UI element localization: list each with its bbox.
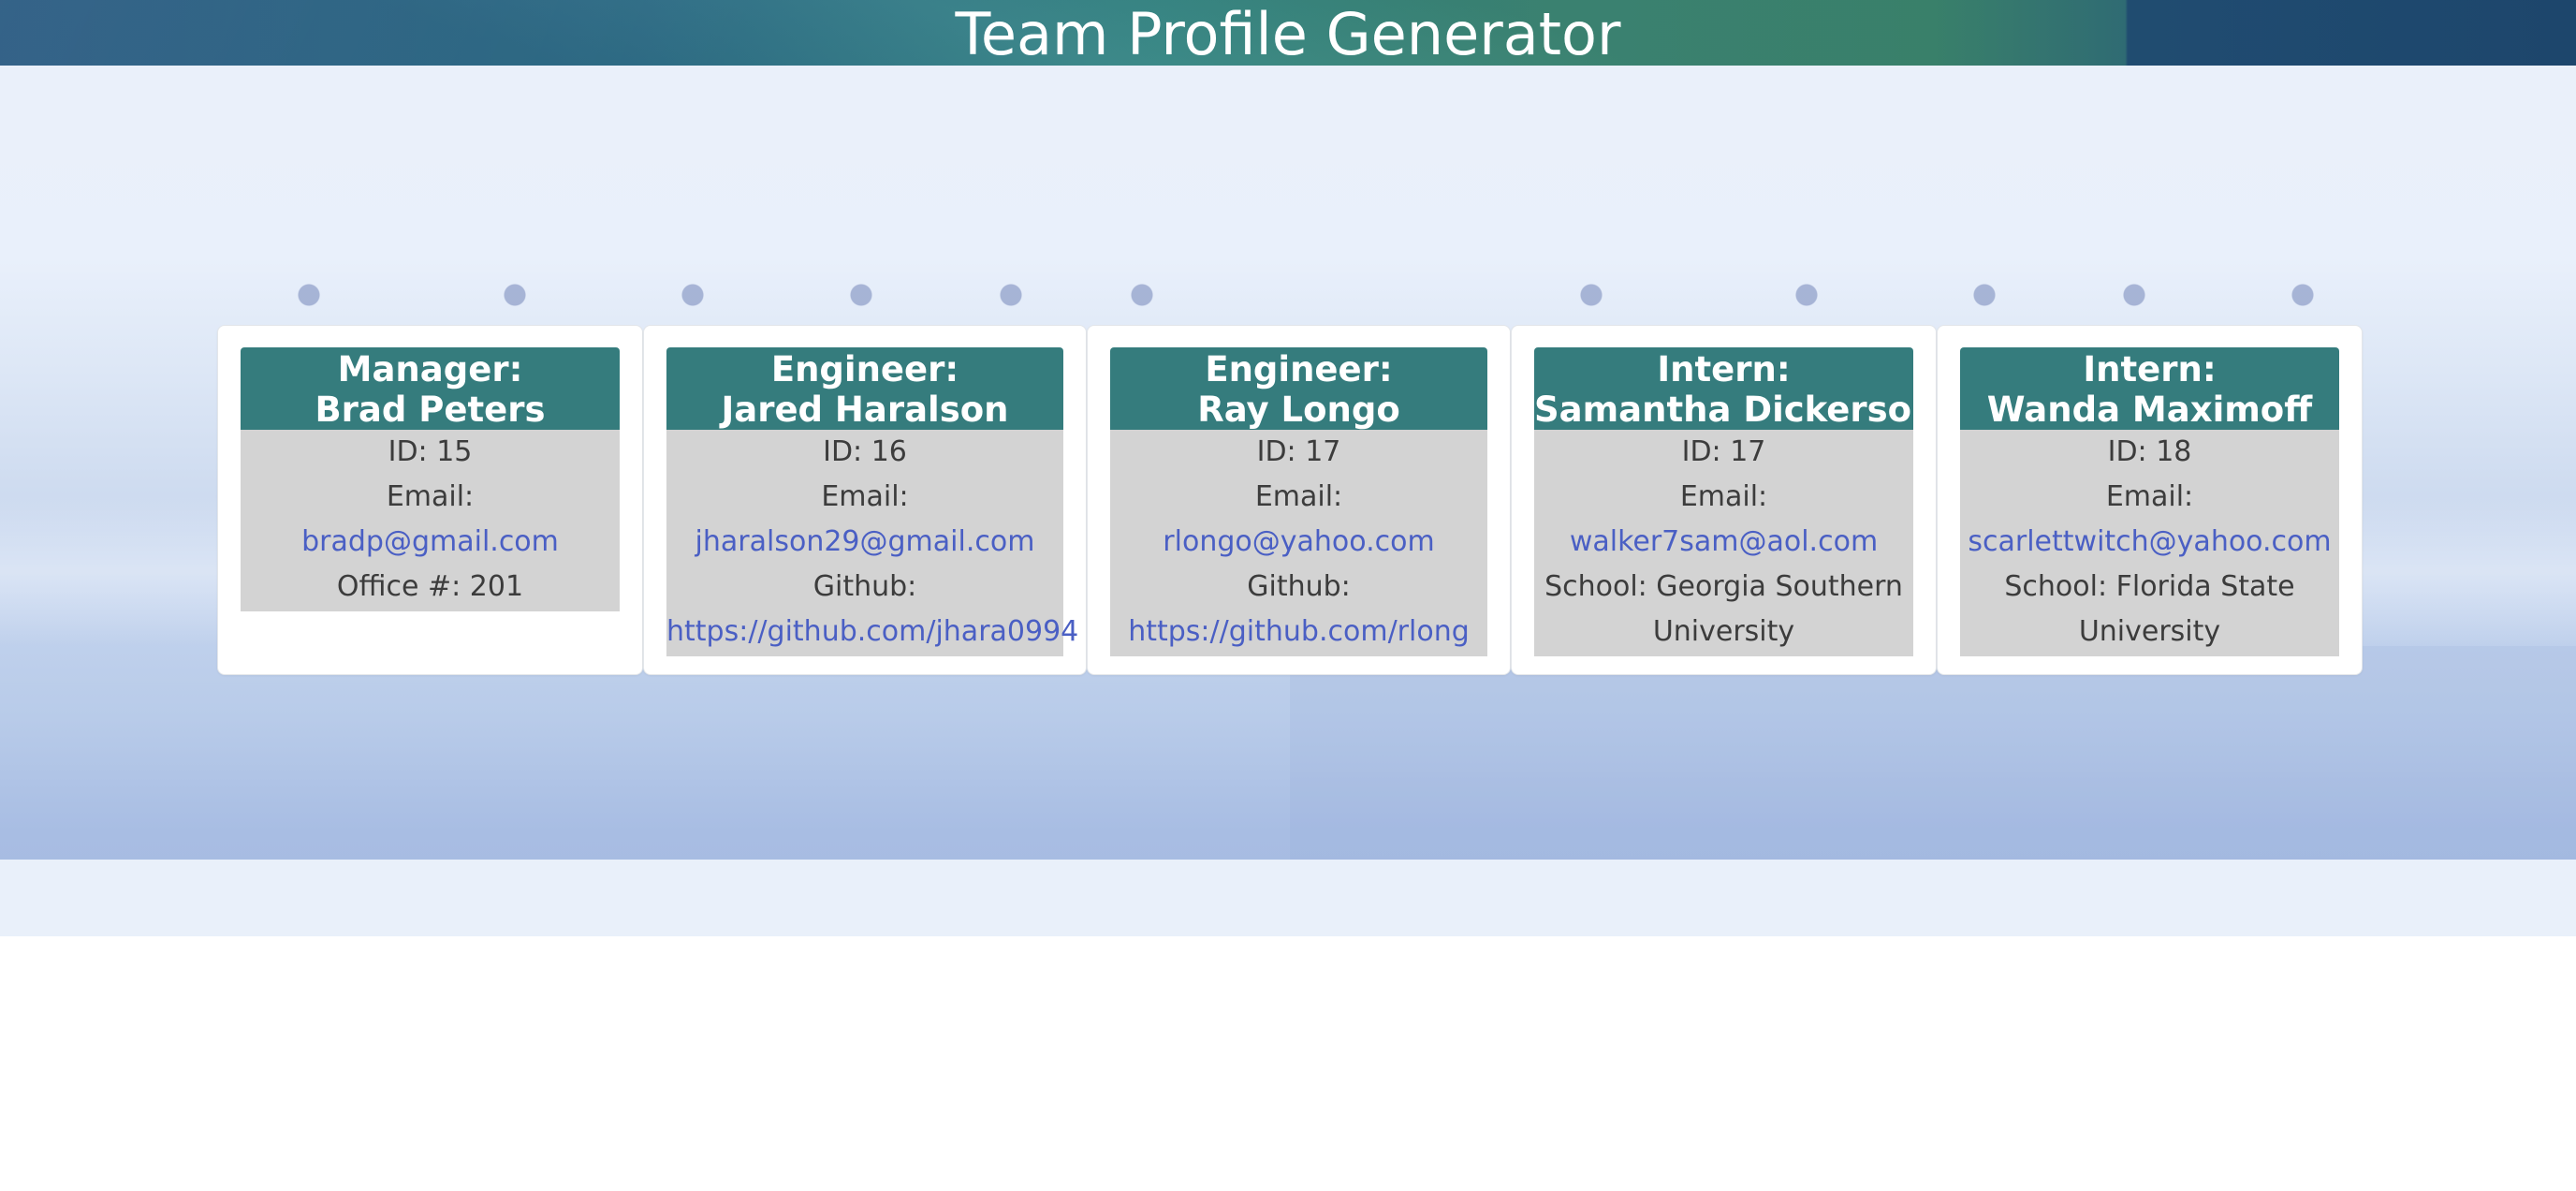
card-body: ID: 16 Email: jharalson29@gmail.com Gith… (666, 430, 1078, 656)
card-role: Intern: (2083, 349, 2217, 390)
card-email-label: Email: (2105, 480, 2194, 513)
card-body: ID: 18 Email: scarlettwitch@yahoo.com Sc… (1960, 430, 2339, 656)
page-title: Team Profile Generator (955, 0, 1621, 66)
employee-card-intern: Intern: Samantha Dickerson ID: 17 Email:… (1511, 325, 1937, 675)
card-github-label: Github: (812, 570, 917, 603)
email-link[interactable]: scarlettwitch@yahoo.com (1968, 525, 2331, 558)
card-role: Intern: (1657, 349, 1791, 390)
card-id: ID: 17 (1256, 435, 1341, 468)
email-link[interactable]: walker7sam@aol.com (1570, 525, 1878, 558)
card-name: Wanda Maximoff (1986, 390, 2313, 430)
github-link[interactable]: https://github.com/jhara0994 (666, 615, 1078, 648)
employee-card-engineer: Engineer: Jared Haralson ID: 16 Email: j… (643, 325, 1087, 675)
card-body: ID: 17 Email: rlongo@yahoo.com Github: h… (1110, 430, 1487, 656)
header-banner: Team Profile Generator (0, 0, 2576, 66)
email-link[interactable]: rlongo@yahoo.com (1163, 525, 1434, 558)
card-email-label: Email: (821, 480, 909, 513)
email-link[interactable]: jharalson29@gmail.com (695, 525, 1035, 558)
card-office-number: Office #: 201 (336, 570, 524, 603)
card-github-label: Github: (1247, 570, 1351, 603)
team-cards: Manager: Brad Peters ID: 15 Email: bradp… (217, 325, 2363, 675)
card-name: Brad Peters (315, 390, 546, 430)
employee-card-intern: Intern: Wanda Maximoff ID: 18 Email: sca… (1937, 325, 2363, 675)
card-id: ID: 15 (388, 435, 473, 468)
background-figures (0, 281, 2576, 309)
card-body: ID: 15 Email: bradp@gmail.com Office #: … (241, 430, 620, 611)
card-header: Intern: Wanda Maximoff (1960, 347, 2339, 430)
card-name: Jared Haralson (721, 390, 1009, 430)
card-id: ID: 17 (1681, 435, 1766, 468)
card-id: ID: 16 (823, 435, 907, 468)
card-id: ID: 18 (2107, 435, 2192, 468)
card-email-label: Email: (1679, 480, 1768, 513)
card-role: Manager: (337, 349, 523, 390)
card-school: School: Florida State University (2004, 570, 2295, 648)
email-link[interactable]: bradp@gmail.com (301, 525, 559, 558)
card-role: Engineer: (1205, 349, 1393, 390)
card-email-label: Email: (386, 480, 475, 513)
card-header: Engineer: Jared Haralson (666, 347, 1063, 430)
card-body: ID: 17 Email: walker7sam@aol.com School:… (1534, 430, 1913, 656)
card-role: Engineer: (770, 349, 959, 390)
card-header: Manager: Brad Peters (241, 347, 620, 430)
card-school: School: Georgia Southern University (1544, 570, 1903, 648)
page: Team Profile Generator Manager: Brad Pet… (0, 0, 2576, 1191)
card-name: Ray Longo (1197, 390, 1400, 430)
github-link[interactable]: https://github.com/rlong (1128, 615, 1470, 648)
card-name: Samantha Dickerson (1534, 390, 1937, 430)
employee-card-manager: Manager: Brad Peters ID: 15 Email: bradp… (217, 325, 643, 675)
card-header: Engineer: Ray Longo (1110, 347, 1487, 430)
card-header: Intern: Samantha Dickerson (1534, 347, 1937, 430)
card-email-label: Email: (1254, 480, 1343, 513)
employee-card-engineer: Engineer: Ray Longo ID: 17 Email: rlongo… (1087, 325, 1511, 675)
background-strip (0, 860, 2576, 936)
